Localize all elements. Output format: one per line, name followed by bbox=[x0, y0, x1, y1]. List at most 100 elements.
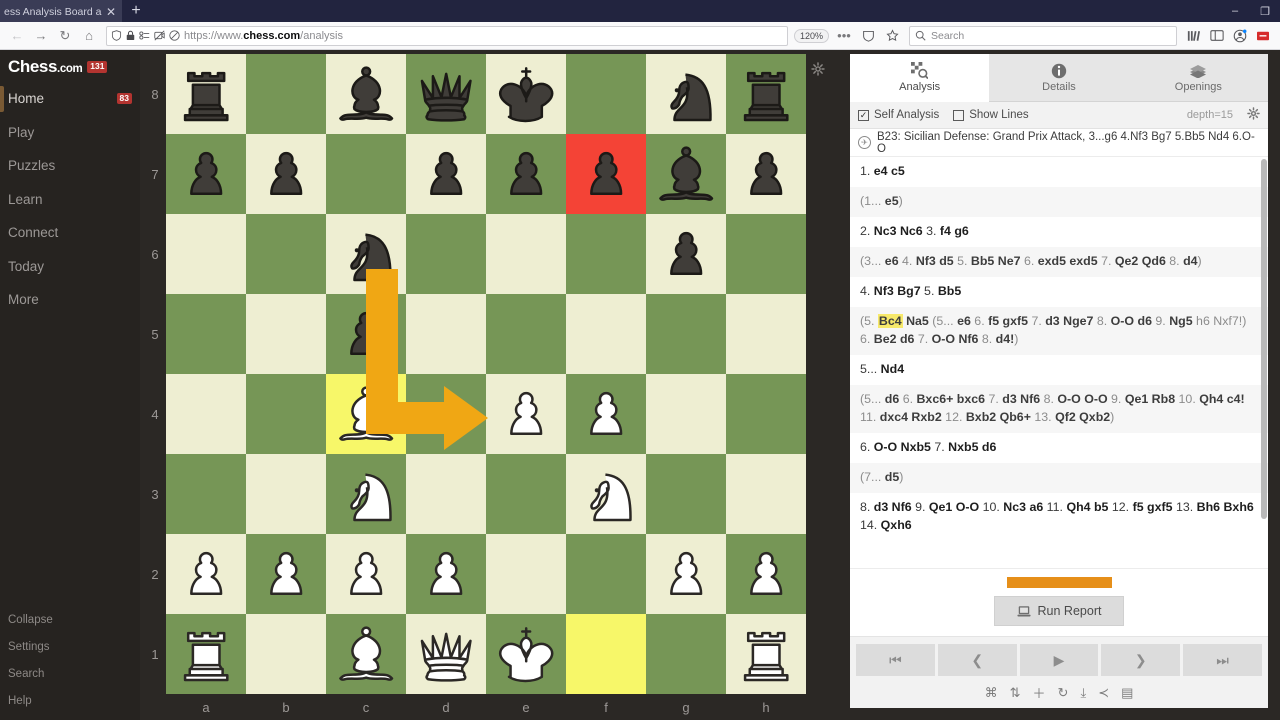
board-square-f1[interactable] bbox=[566, 614, 646, 694]
board-square-h6[interactable] bbox=[726, 214, 806, 294]
reader-pocket-icon[interactable] bbox=[857, 25, 879, 47]
download-icon[interactable]: ⤓ bbox=[1080, 683, 1086, 702]
move-row[interactable]: 2. Nc3 Nc6 3. f4 g6 bbox=[850, 217, 1268, 247]
board-square-a8[interactable] bbox=[166, 54, 246, 134]
close-icon[interactable]: ✕ bbox=[106, 6, 116, 18]
board-square-d5[interactable] bbox=[406, 294, 486, 374]
previous-move-button[interactable]: ❮ bbox=[937, 644, 1017, 676]
blocked-camera-icon[interactable] bbox=[154, 30, 165, 41]
minimize-icon[interactable]: – bbox=[1220, 0, 1250, 22]
move-variation-row[interactable]: (7... d5) bbox=[850, 462, 1268, 493]
move-notation[interactable]: d6 bbox=[885, 392, 899, 406]
tracking-shield-icon[interactable] bbox=[111, 30, 122, 41]
board-square-h1[interactable] bbox=[726, 614, 806, 694]
move-notation[interactable]: O-O O-O bbox=[1057, 392, 1107, 406]
move-row[interactable]: 4. Nf3 Bg7 5. Bb5 bbox=[850, 277, 1268, 307]
move-notation[interactable]: dxc4 Rxb2 bbox=[880, 410, 942, 424]
board-square-e3[interactable] bbox=[486, 454, 566, 534]
board-square-f8[interactable] bbox=[566, 54, 646, 134]
board-settings-gear-icon[interactable] bbox=[811, 62, 825, 79]
chesscom-logo[interactable]: Chess.com 131 bbox=[0, 52, 140, 82]
board-square-a1[interactable] bbox=[166, 614, 246, 694]
white-bishop-piece[interactable] bbox=[331, 379, 401, 449]
self-analysis-option[interactable]: ✓ Self Analysis bbox=[858, 109, 939, 121]
board-square-e2[interactable] bbox=[486, 534, 566, 614]
board-square-h4[interactable] bbox=[726, 374, 806, 454]
board-square-f4[interactable] bbox=[566, 374, 646, 454]
move-notation[interactable]: Bh6 Bxh6 bbox=[1197, 500, 1254, 514]
board-square-a2[interactable] bbox=[166, 534, 246, 614]
engine-icon[interactable]: ⌘ bbox=[985, 683, 998, 702]
board-square-f6[interactable] bbox=[566, 214, 646, 294]
engine-settings-gear-icon[interactable] bbox=[1247, 107, 1260, 123]
board-square-g5[interactable] bbox=[646, 294, 726, 374]
board-square-g3[interactable] bbox=[646, 454, 726, 534]
board-square-g1[interactable] bbox=[646, 614, 726, 694]
move-notation[interactable]: f4 g6 bbox=[940, 224, 969, 238]
show-lines-option[interactable]: Show Lines bbox=[953, 109, 1029, 121]
sidebar-item-puzzles[interactable]: Puzzles bbox=[0, 149, 140, 183]
white-pawn-piece[interactable] bbox=[411, 539, 481, 609]
sidebar-item-collapse[interactable]: Collapse bbox=[0, 606, 140, 633]
move-notation[interactable]: Qe1 Rb8 bbox=[1125, 392, 1175, 406]
opening-name-row[interactable]: ✈ B23: Sicilian Defense: Grand Prix Atta… bbox=[850, 129, 1268, 157]
sidebar-item-search[interactable]: Search bbox=[0, 660, 140, 687]
black-knight-piece[interactable] bbox=[331, 219, 401, 289]
tab-analysis[interactable]: Analysis bbox=[850, 54, 990, 102]
move-notation[interactable]: Nxb5 d6 bbox=[948, 440, 996, 454]
blocked-autoplay-icon[interactable] bbox=[169, 30, 180, 41]
last-move-button[interactable]: ⏭ bbox=[1183, 644, 1262, 676]
board-square-c5[interactable] bbox=[326, 294, 406, 374]
vs-computer-icon[interactable]: ▤ bbox=[1121, 683, 1133, 702]
move-notation[interactable]: d5 bbox=[885, 470, 899, 484]
move-notation[interactable]: Qh4 b5 bbox=[1066, 500, 1108, 514]
black-king-piece[interactable] bbox=[491, 59, 561, 129]
white-knight-piece[interactable] bbox=[571, 459, 641, 529]
black-pawn-piece[interactable] bbox=[331, 299, 401, 369]
move-list-scrollbar[interactable] bbox=[1261, 159, 1267, 519]
move-notation[interactable]: Bxc6+ bxc6 bbox=[916, 392, 985, 406]
move-notation[interactable]: Be2 d6 bbox=[874, 332, 915, 346]
move-notation[interactable]: Nc3 a6 bbox=[1003, 500, 1043, 514]
move-notation[interactable]: Bxb2 Qb6+ bbox=[966, 410, 1031, 424]
sidebar-item-play[interactable]: Play bbox=[0, 116, 140, 150]
black-rook-piece[interactable] bbox=[171, 59, 241, 129]
black-pawn-piece[interactable] bbox=[731, 139, 801, 209]
white-pawn-piece[interactable] bbox=[171, 539, 241, 609]
move-notation[interactable]: d3 Nge7 bbox=[1045, 314, 1093, 328]
white-pawn-piece[interactable] bbox=[731, 539, 801, 609]
sidebar-toggle-icon[interactable] bbox=[1206, 25, 1228, 47]
board-square-h8[interactable] bbox=[726, 54, 806, 134]
sidebar-item-more[interactable]: More bbox=[0, 283, 140, 317]
black-pawn-piece[interactable] bbox=[571, 139, 641, 209]
bookmark-star-icon[interactable] bbox=[881, 25, 903, 47]
sidebar-item-home[interactable]: Home 83 bbox=[0, 82, 140, 116]
board-square-e1[interactable] bbox=[486, 614, 566, 694]
restore-icon[interactable]: ❐ bbox=[1250, 0, 1280, 22]
board-square-h2[interactable] bbox=[726, 534, 806, 614]
move-notation[interactable]: O-O Nf6 bbox=[932, 332, 979, 346]
board-square-d8[interactable] bbox=[406, 54, 486, 134]
sidebar-item-learn[interactable]: Learn bbox=[0, 183, 140, 217]
board-square-g7[interactable] bbox=[646, 134, 726, 214]
forward-icon[interactable]: → bbox=[30, 25, 52, 47]
white-rook-piece[interactable] bbox=[731, 619, 801, 689]
board-square-g2[interactable] bbox=[646, 534, 726, 614]
board-square-d3[interactable] bbox=[406, 454, 486, 534]
move-notation[interactable]: f5 gxf5 bbox=[1133, 500, 1173, 514]
board-square-e8[interactable] bbox=[486, 54, 566, 134]
move-notation[interactable]: exd5 exd5 bbox=[1038, 254, 1098, 268]
board-square-d4[interactable] bbox=[406, 374, 486, 454]
move-notation[interactable]: Bc4 bbox=[877, 313, 903, 328]
move-notation[interactable]: d3 Nf6 bbox=[1002, 392, 1040, 406]
share-icon[interactable]: ≺ bbox=[1098, 683, 1109, 702]
board-square-b4[interactable] bbox=[246, 374, 326, 454]
account-icon[interactable] bbox=[1229, 25, 1251, 47]
move-variation-row[interactable]: (5. Bc4 Na5 (5... e6 6. f5 gxf5 7. d3 Ng… bbox=[850, 306, 1268, 355]
board-square-f7[interactable] bbox=[566, 134, 646, 214]
sidebar-item-help[interactable]: Help bbox=[0, 687, 140, 714]
move-notation[interactable]: d3 Nf6 bbox=[874, 500, 912, 514]
move-variation-row[interactable]: (1... e5) bbox=[850, 186, 1268, 217]
flip-board-icon[interactable]: ⇅ bbox=[1010, 683, 1021, 702]
black-pawn-piece[interactable] bbox=[491, 139, 561, 209]
